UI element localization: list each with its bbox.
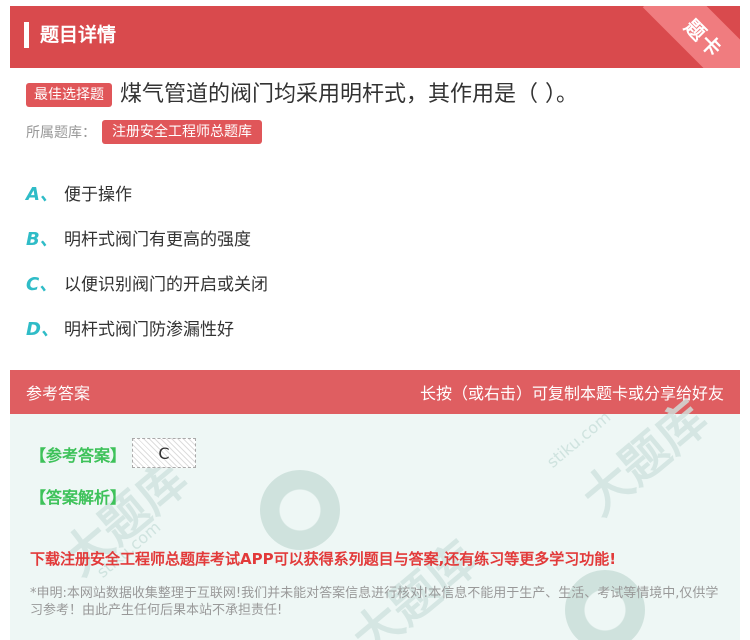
option-text: 便于操作: [64, 185, 132, 205]
option-text: 明杆式阀门防渗漏性好: [64, 320, 234, 340]
watermark-logo-icon: [260, 470, 340, 550]
option-letter: D、: [26, 318, 59, 340]
page-title: 题目详情: [40, 24, 117, 46]
app-promo-link[interactable]: 下载注册安全工程师总题库考试APP可以获得系列题目与答案,还有练习等更多学习功能…: [30, 548, 616, 569]
header-bar: 题目详情 题卡: [10, 6, 740, 68]
corner-label: 题卡: [679, 14, 728, 63]
question-type-tag: 最佳选择题: [26, 83, 112, 107]
option-letter: B、: [26, 228, 58, 250]
option-letter: C、: [26, 273, 58, 295]
answer-header: 参考答案 长按（或右击）可复制本题卡或分享给好友: [10, 370, 740, 414]
answer-label: 【参考答案】: [30, 446, 127, 465]
option-a[interactable]: A、 便于操作: [26, 170, 726, 215]
option-b[interactable]: B、 明杆式阀门有更高的强度: [26, 215, 726, 260]
question-row: 最佳选择题 煤气管道的阀门均采用明杆式，其作用是（ ）。: [26, 80, 726, 110]
disclaimer-text: *申明:本网站数据收集整理于互联网!我们并未能对答案信息进行核对!本信息不能用于…: [30, 586, 719, 618]
bank-tag[interactable]: 注册安全工程师总题库: [102, 120, 262, 144]
option-text: 明杆式阀门有更高的强度: [64, 230, 251, 250]
analysis-label: 【答案解析】: [30, 488, 127, 507]
bank-row: 所属题库： 注册安全工程师总题库: [26, 120, 262, 144]
option-letter: A、: [26, 183, 58, 205]
answer-header-title: 参考答案: [26, 384, 91, 403]
answer-panel: 参考答案 长按（或右击）可复制本题卡或分享给好友 大题库 大题库 大题库 sti…: [10, 370, 740, 640]
watermark-text: 大题库: [342, 531, 489, 640]
answer-value: C: [132, 438, 196, 468]
question-text: 煤气管道的阀门均采用明杆式，其作用是（ ）。: [120, 82, 578, 107]
bank-label: 所属题库：: [26, 125, 96, 141]
corner-ribbon[interactable]: 题卡: [642, 6, 740, 68]
option-text: 以便识别阀门的开启或关闭: [64, 275, 268, 295]
header-accent: [24, 22, 29, 48]
option-list: A、 便于操作 B、 明杆式阀门有更高的强度 C、 以便识别阀门的开启或关闭 D…: [26, 170, 726, 350]
option-c[interactable]: C、 以便识别阀门的开启或关闭: [26, 260, 726, 305]
option-d[interactable]: D、 明杆式阀门防渗漏性好: [26, 305, 726, 350]
